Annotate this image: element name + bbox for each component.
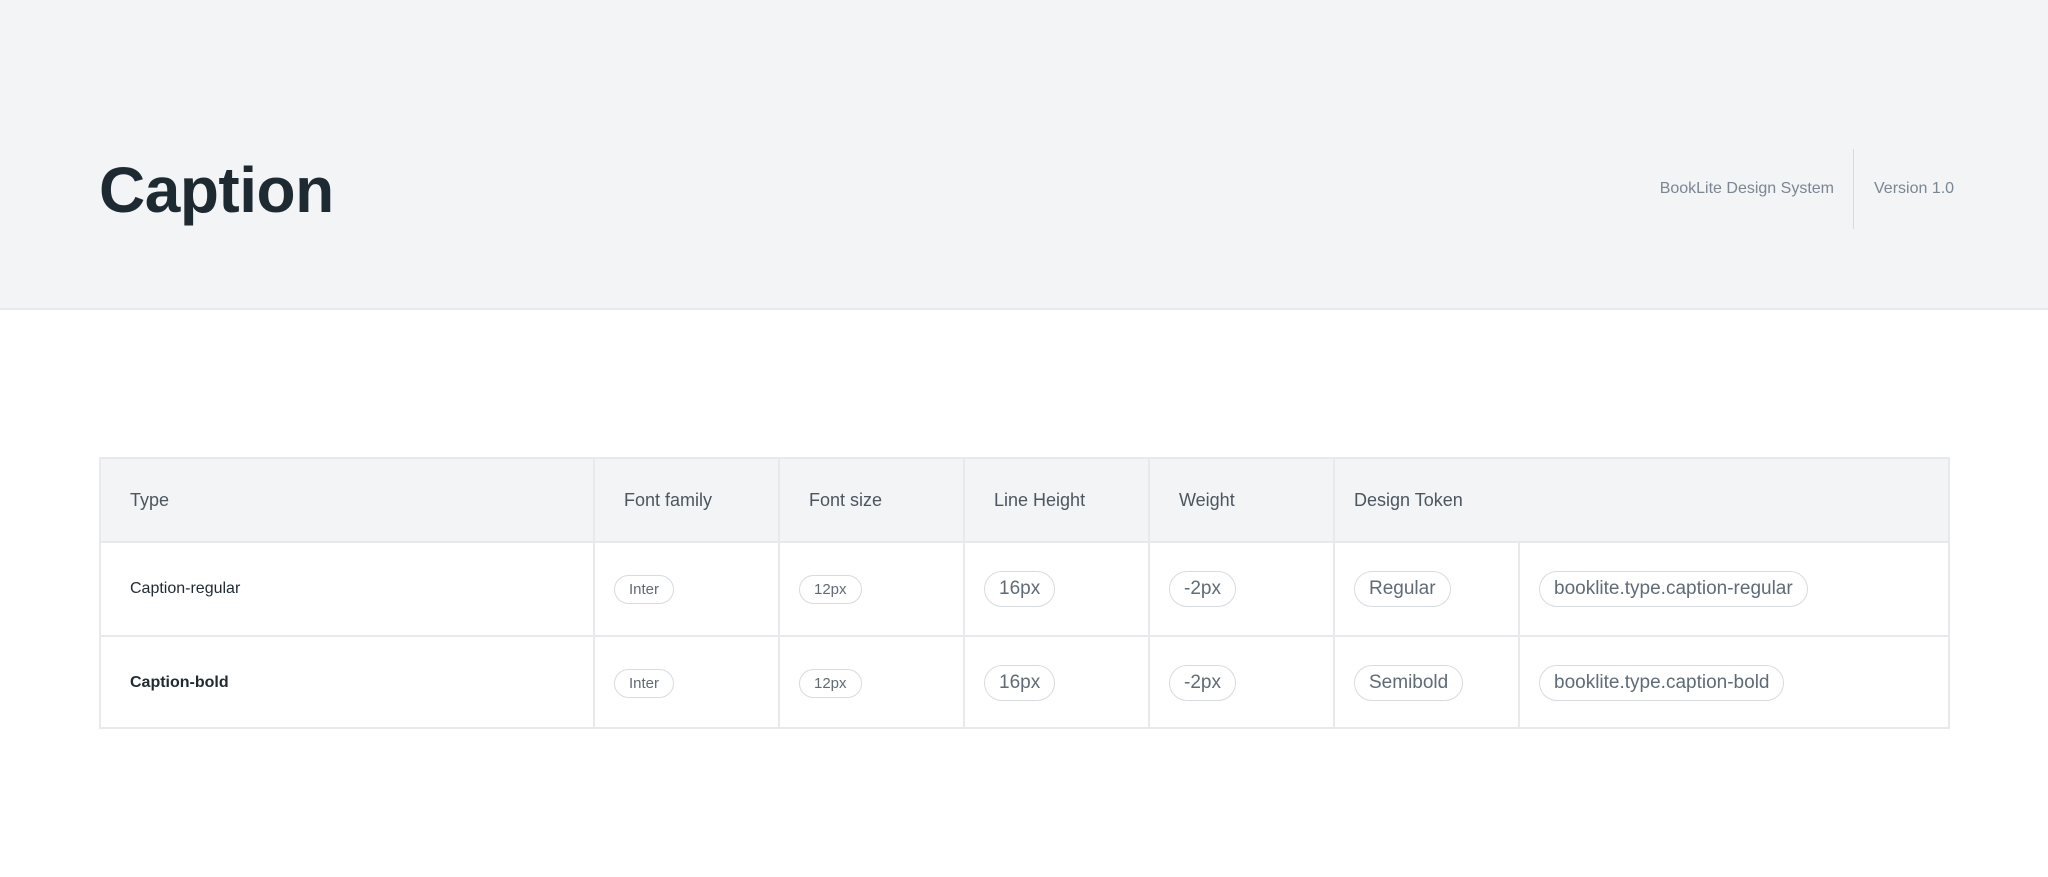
weight-pill: Regular xyxy=(1354,571,1451,607)
font-size-cell: 12px xyxy=(780,543,965,635)
letter-spacing-cell: -2px xyxy=(1150,637,1335,729)
column-header-weight: Weight xyxy=(1179,489,1235,510)
header-cell-line-height: Line Height xyxy=(965,459,1150,541)
column-header-design-token: Design Token xyxy=(1354,489,1463,510)
weight-pill: Semibold xyxy=(1354,665,1464,701)
line-height-pill: 16px xyxy=(984,571,1056,607)
line-height-cell: 16px xyxy=(965,637,1150,729)
type-cell: Caption-bold xyxy=(101,637,595,729)
design-token-pill: booklite.type.caption-bold xyxy=(1539,665,1785,701)
version-label: Version 1.0 xyxy=(1874,180,1955,197)
header-cell-design-token: Design Token xyxy=(1335,459,1948,541)
type-name: Caption-bold xyxy=(130,674,229,691)
letter-spacing-pill: -2px xyxy=(1169,571,1236,607)
letter-spacing-pill: -2px xyxy=(1169,665,1236,701)
design-token-pill: booklite.type.caption-regular xyxy=(1539,571,1808,607)
column-header-font-size: Font size xyxy=(809,489,883,510)
table-row: Caption-regular Inter 12px 16px -2px Reg… xyxy=(101,543,1948,637)
font-family-pill: Inter xyxy=(614,574,675,604)
header-divider xyxy=(1853,149,1854,229)
font-family-cell: Inter xyxy=(595,543,780,635)
design-system-name: BookLite Design System xyxy=(1659,180,1834,197)
font-family-pill: Inter xyxy=(614,668,675,698)
header-cell-font-family: Font family xyxy=(595,459,780,541)
table-header-row: Type Font family Font size Line Height W… xyxy=(101,459,1948,543)
header-cell-font-size: Font size xyxy=(780,459,965,541)
font-family-cell: Inter xyxy=(595,637,780,729)
page-title: Caption xyxy=(99,154,334,226)
typography-table: Type Font family Font size Line Height W… xyxy=(99,457,1950,729)
type-name: Caption-regular xyxy=(130,580,241,597)
table-row: Caption-bold Inter 12px 16px -2px Semibo… xyxy=(101,637,1948,729)
type-cell: Caption-regular xyxy=(101,543,595,635)
line-height-pill: 16px xyxy=(984,665,1056,701)
weight-cell: Regular xyxy=(1335,543,1520,635)
weight-cell: Semibold xyxy=(1335,637,1520,729)
header-cell-type: Type xyxy=(101,459,595,541)
font-size-pill: 12px xyxy=(799,668,862,698)
design-token-cell: booklite.type.caption-bold xyxy=(1520,637,1948,729)
font-size-pill: 12px xyxy=(799,574,862,604)
column-header-type: Type xyxy=(130,489,170,510)
column-header-line-height: Line Height xyxy=(994,489,1086,510)
page-header: Caption BookLite Design System Version 1… xyxy=(0,0,2048,310)
font-size-cell: 12px xyxy=(780,637,965,729)
design-token-cell: booklite.type.caption-regular xyxy=(1520,543,1948,635)
letter-spacing-cell: -2px xyxy=(1150,543,1335,635)
line-height-cell: 16px xyxy=(965,543,1150,635)
column-header-font-family: Font family xyxy=(624,489,713,510)
header-cell-weight: Weight xyxy=(1150,459,1335,541)
